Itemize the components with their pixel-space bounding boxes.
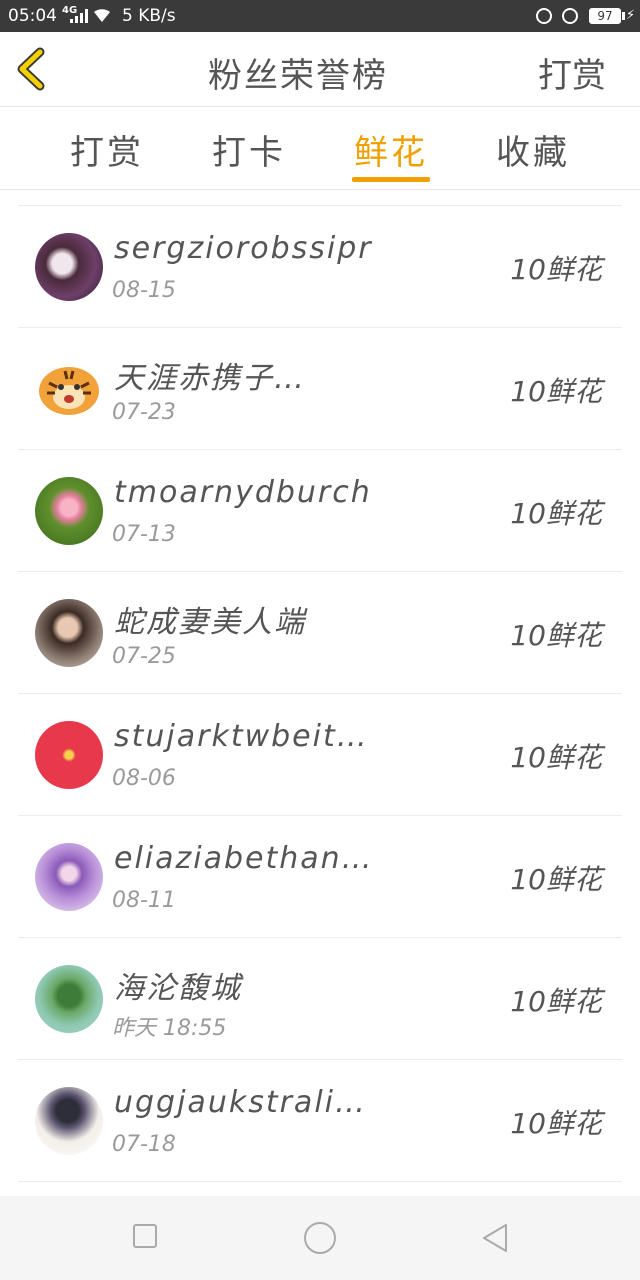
fan-name: sergziorobssipr <box>114 231 373 266</box>
recent-apps-icon[interactable] <box>133 1224 157 1248</box>
system-nav-bar <box>0 1196 640 1280</box>
reward-date: 07-23 <box>112 400 176 425</box>
network-speed: 5 KB/s <box>122 6 176 26</box>
reward-amount: 10鲜花 <box>510 375 602 408</box>
status-time: 05:04 <box>8 6 57 26</box>
lock-rotation-icon <box>562 8 578 24</box>
nav-back-icon[interactable] <box>480 1222 510 1254</box>
fan-name: 天涯赤携子… <box>114 361 306 396</box>
reward-amount: 10鲜花 <box>510 1107 602 1140</box>
reward-date: 07-18 <box>112 1132 176 1157</box>
reward-button[interactable]: 打赏 <box>538 48 606 97</box>
avatar[interactable] <box>35 721 103 789</box>
avatar[interactable] <box>35 355 103 423</box>
avatar[interactable] <box>35 233 103 301</box>
avatar[interactable] <box>35 599 103 667</box>
fan-name: stujarktwbeit… <box>114 719 369 754</box>
tiger-icon <box>39 367 99 415</box>
list-item[interactable]: sergziorobssipr 08-15 10鲜花 <box>18 206 622 328</box>
reward-date: 08-06 <box>112 766 176 791</box>
tab-bar: 打赏 打卡 鲜花 收藏 <box>0 107 640 190</box>
fan-ranking-list: sergziorobssipr 08-15 10鲜花 天涯赤携子… 07-23 … <box>18 205 622 1182</box>
list-item[interactable]: uggjaukstrali… 07-18 10鲜花 <box>18 1060 622 1182</box>
avatar[interactable] <box>35 843 103 911</box>
fan-name: tmoarnydburch <box>114 475 372 510</box>
reward-date: 08-15 <box>112 278 176 303</box>
list-item[interactable]: 蛇成妻美人端 07-25 10鲜花 <box>18 572 622 694</box>
page-title: 粉丝荣誉榜 <box>208 56 388 96</box>
header-bar: 粉丝荣誉榜 打赏 <box>0 32 640 107</box>
fan-name: 海沦馥城 <box>114 971 242 1006</box>
fan-name: eliaziabethan… <box>114 841 374 876</box>
tab-checkin[interactable]: 打卡 <box>212 125 286 174</box>
tab-flowers[interactable]: 鲜花 <box>354 125 428 174</box>
reward-amount: 10鲜花 <box>510 497 602 530</box>
home-icon[interactable] <box>304 1222 336 1254</box>
battery-icon: 97 <box>589 8 621 24</box>
reward-amount: 10鲜花 <box>510 253 602 286</box>
reward-date: 昨天 18:55 <box>112 1016 227 1041</box>
fan-name: uggjaukstrali… <box>114 1085 367 1120</box>
list-item[interactable]: 海沦馥城 昨天 18:55 10鲜花 <box>18 938 622 1060</box>
reward-amount: 10鲜花 <box>510 741 602 774</box>
battery-tip <box>622 12 625 20</box>
list-item[interactable]: eliaziabethan… 08-11 10鲜花 <box>18 816 622 938</box>
reward-amount: 10鲜花 <box>510 619 602 652</box>
list-item[interactable]: tmoarnydburch 07-13 10鲜花 <box>18 450 622 572</box>
reward-date: 07-25 <box>112 644 176 669</box>
list-item[interactable]: 天涯赤携子… 07-23 10鲜花 <box>18 328 622 450</box>
avatar[interactable] <box>35 965 103 1033</box>
tab-favorites[interactable]: 收藏 <box>496 125 570 174</box>
wifi-icon <box>94 9 110 22</box>
reward-amount: 10鲜花 <box>510 985 602 1018</box>
tab-reward[interactable]: 打赏 <box>70 125 144 174</box>
reward-date: 08-11 <box>112 888 176 913</box>
fan-name: 蛇成妻美人端 <box>114 605 306 640</box>
reward-amount: 10鲜花 <box>510 863 602 896</box>
charging-icon: ⚡ <box>626 8 636 23</box>
avatar[interactable] <box>35 477 103 545</box>
reward-date: 07-13 <box>112 522 176 547</box>
active-tab-indicator <box>352 177 430 182</box>
avatar[interactable] <box>35 1087 103 1155</box>
list-item[interactable]: stujarktwbeit… 08-06 10鲜花 <box>18 694 622 816</box>
signal-icon <box>70 9 88 23</box>
status-bar: 05:04 4G 5 KB/s 97 ⚡ <box>0 0 640 32</box>
eye-comfort-icon <box>536 8 552 24</box>
